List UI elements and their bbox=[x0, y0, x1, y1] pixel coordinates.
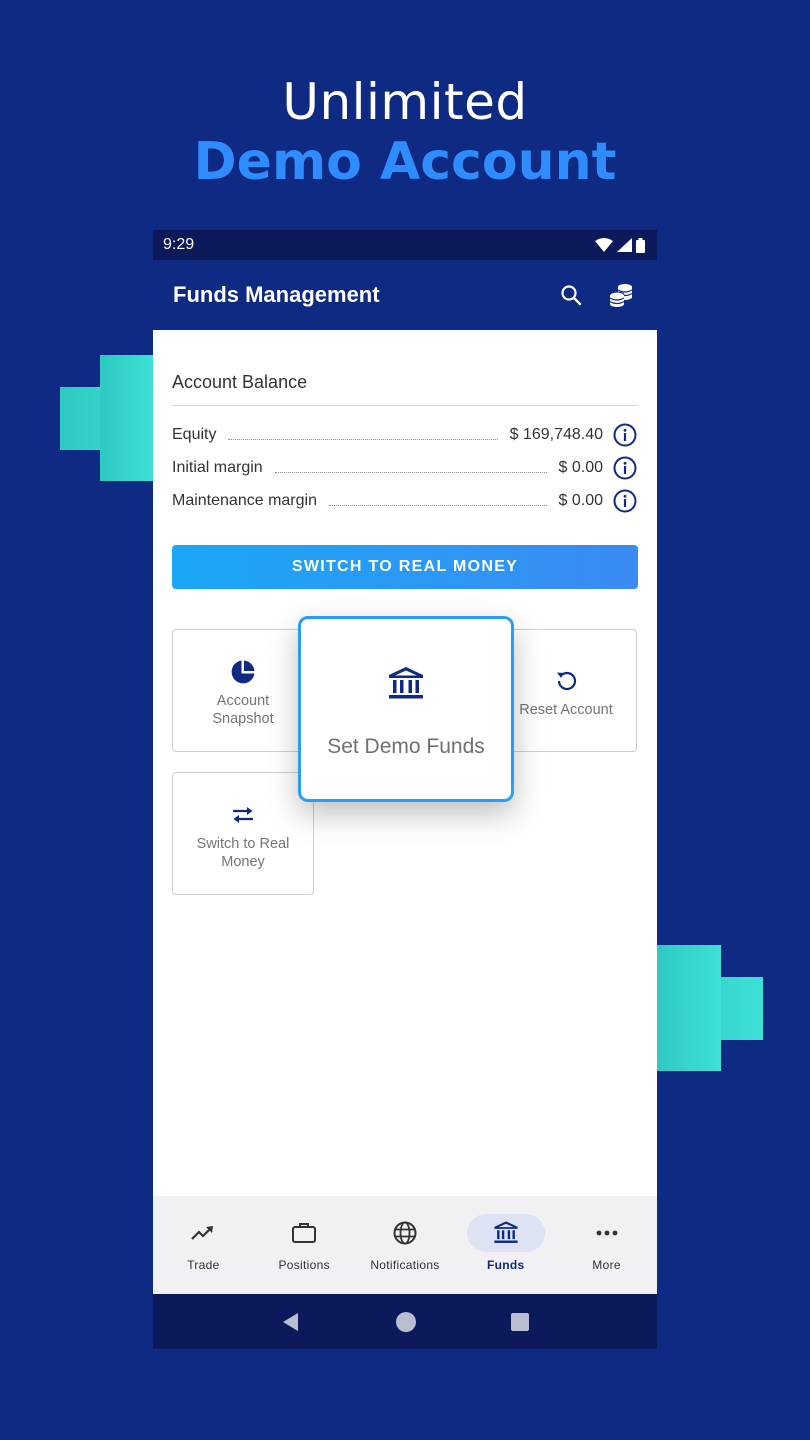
nav-label: Notifications bbox=[370, 1258, 440, 1272]
search-button[interactable] bbox=[551, 275, 591, 315]
more-dots-icon bbox=[596, 1230, 617, 1236]
status-bar: 9:29 bbox=[153, 230, 657, 260]
row-value: $ 0.00 bbox=[558, 491, 603, 509]
coins-icon bbox=[609, 284, 633, 307]
balance-row-equity: Equity $ 169,748.40 bbox=[172, 418, 638, 451]
back-icon[interactable] bbox=[280, 1311, 302, 1333]
account-balance-title: Account Balance bbox=[172, 330, 638, 406]
balance-rows: Equity $ 169,748.40 Initial margin $ 0.0… bbox=[172, 406, 638, 517]
tile-label-line1: Switch to Real bbox=[196, 835, 290, 852]
account-snapshot-tile[interactable]: Account Snapshot bbox=[172, 629, 314, 752]
nav-item-funds[interactable]: Funds bbox=[456, 1196, 556, 1294]
set-demo-funds-tile[interactable]: Set Demo Funds bbox=[298, 616, 514, 802]
briefcase-icon bbox=[292, 1223, 317, 1243]
nav-label: Trade bbox=[187, 1258, 220, 1272]
tile-label-line2: Snapshot bbox=[212, 710, 274, 727]
action-tiles: Account Snapshot Reset Account Switch to… bbox=[172, 616, 638, 919]
tile-label: Set Demo Funds bbox=[327, 735, 485, 758]
tile-label-line2: Money bbox=[221, 853, 265, 870]
info-button[interactable] bbox=[612, 488, 638, 514]
nav-item-positions[interactable]: Positions bbox=[254, 1196, 354, 1294]
tile-label-line1: Account bbox=[216, 692, 270, 709]
wifi-icon bbox=[595, 238, 613, 252]
swap-arrows-icon bbox=[233, 806, 253, 823]
info-button[interactable] bbox=[612, 422, 638, 448]
bottom-navigation: Trade Positions Notifications Funds More bbox=[153, 1196, 657, 1294]
bank-icon bbox=[494, 1221, 518, 1243]
row-label: Equity bbox=[172, 425, 217, 443]
bank-icon bbox=[389, 667, 423, 699]
switch-to-real-money-button[interactable]: SWITCH TO REAL MONEY bbox=[172, 545, 638, 589]
system-navigation-bar bbox=[153, 1294, 657, 1349]
page-title: Funds Management bbox=[173, 282, 380, 307]
battery-icon bbox=[636, 237, 645, 253]
funds-content: Account Balance Equity $ 169,748.40 Init… bbox=[153, 330, 657, 919]
row-value: $ 169,748.40 bbox=[509, 425, 603, 443]
promo-line-1: Unlimited bbox=[282, 73, 528, 131]
nav-item-notifications[interactable]: Notifications bbox=[355, 1196, 455, 1294]
search-icon bbox=[561, 285, 582, 306]
nav-label: Positions bbox=[278, 1258, 330, 1272]
info-icon bbox=[613, 456, 637, 479]
recents-icon[interactable] bbox=[510, 1312, 530, 1332]
decorative-plus-right bbox=[657, 945, 763, 1071]
info-button[interactable] bbox=[612, 455, 638, 481]
home-icon[interactable] bbox=[395, 1311, 417, 1333]
app-bar: Funds Management bbox=[153, 260, 657, 330]
nav-label: More bbox=[592, 1258, 621, 1272]
balance-row-initial-margin: Initial margin $ 0.00 bbox=[172, 451, 638, 484]
phone-screen: 9:29 Funds Management Account Balance Eq… bbox=[153, 230, 657, 1349]
reset-account-tile[interactable]: Reset Account bbox=[495, 629, 637, 752]
promo-headline: Unlimited Demo Account bbox=[0, 72, 810, 192]
row-label: Initial margin bbox=[172, 458, 263, 476]
tile-label: Reset Account bbox=[519, 701, 613, 718]
status-time: 9:29 bbox=[163, 236, 195, 253]
decorative-plus-left bbox=[60, 355, 155, 481]
row-label: Maintenance margin bbox=[172, 491, 317, 509]
trending-up-icon bbox=[191, 1226, 214, 1240]
switch-to-real-tile[interactable]: Switch to Real Money bbox=[172, 772, 314, 895]
pie-chart-icon bbox=[231, 660, 255, 683]
balance-row-maintenance-margin: Maintenance margin $ 0.00 bbox=[172, 484, 638, 517]
promo-line-2: Demo Account bbox=[193, 132, 617, 192]
info-icon bbox=[613, 423, 637, 446]
coins-button[interactable] bbox=[601, 275, 641, 315]
nav-label: Funds bbox=[487, 1258, 525, 1272]
globe-icon bbox=[393, 1221, 417, 1245]
signal-icon bbox=[617, 238, 632, 252]
reset-icon bbox=[557, 671, 577, 690]
row-value: $ 0.00 bbox=[558, 458, 603, 476]
info-icon bbox=[613, 489, 637, 512]
nav-item-more[interactable]: More bbox=[557, 1196, 657, 1294]
nav-item-trade[interactable]: Trade bbox=[153, 1196, 253, 1294]
